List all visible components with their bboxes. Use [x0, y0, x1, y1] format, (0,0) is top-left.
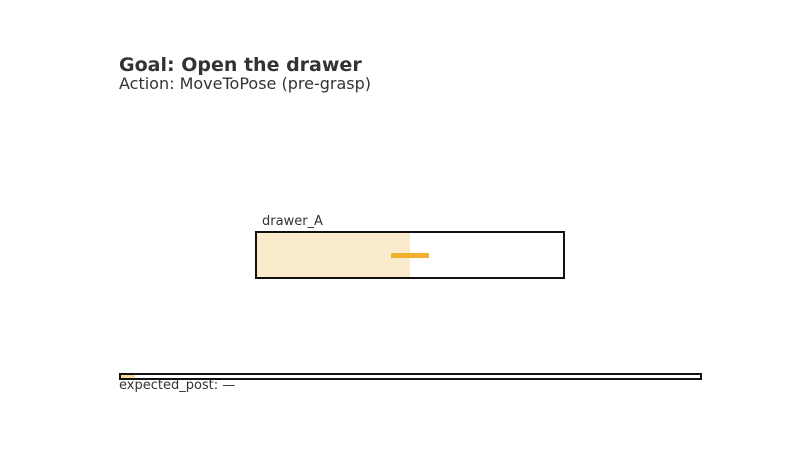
drawer-frame [255, 231, 565, 279]
drawer-label: drawer_A [262, 214, 323, 229]
expected-post-label: expected_post: — [119, 378, 236, 393]
drawer-handle [391, 253, 429, 258]
drawer-open-region [257, 233, 410, 277]
action-label: Action: MoveToPose (pre-grasp) [119, 74, 371, 93]
